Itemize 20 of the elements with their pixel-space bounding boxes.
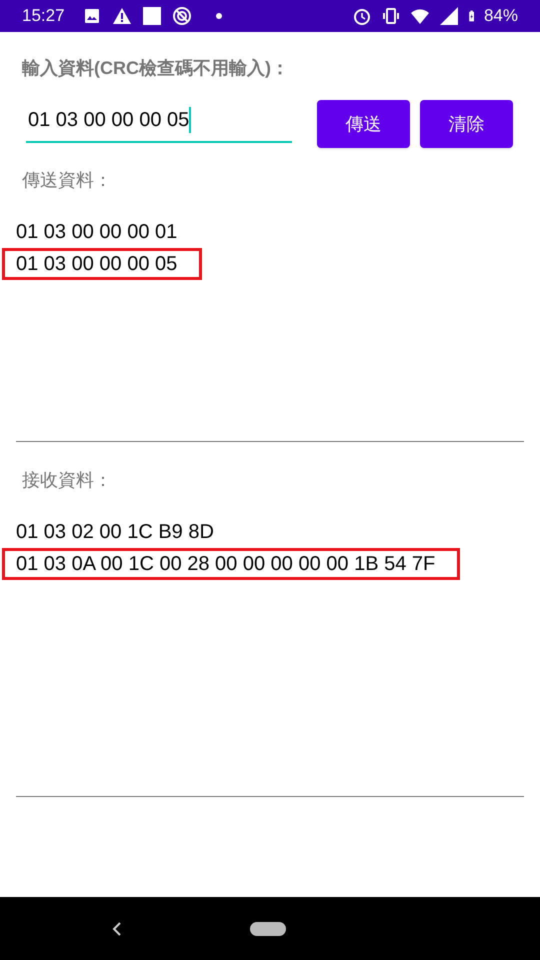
back-icon[interactable] — [112, 922, 122, 936]
warning-icon — [112, 6, 132, 26]
dot-icon — [216, 13, 222, 19]
text-cursor — [189, 107, 192, 133]
input-field[interactable]: 01 03 00 00 00 05 — [26, 99, 292, 143]
alarm-icon — [352, 6, 372, 26]
square-icon — [142, 6, 162, 26]
clock: 15:27 — [22, 5, 65, 28]
action-button[interactable]: 清除 — [420, 100, 513, 148]
section-label: 傳送資料： — [21, 169, 113, 192]
battery-level: 84% — [484, 5, 518, 28]
section-label: 接收資料： — [21, 469, 113, 492]
home-button[interactable] — [250, 922, 286, 936]
circle-slash-icon — [172, 6, 192, 26]
data-line: 01 03 00 00 00 01 — [15, 220, 178, 245]
signal-icon — [438, 6, 459, 26]
input-label: 輸入資料(CRC檢查碼不用輸入)： — [21, 57, 290, 80]
action-button[interactable]: 傳送 — [317, 100, 410, 148]
vibrate-icon — [380, 6, 401, 26]
data-line: 01 03 02 00 1C B9 8D — [15, 520, 215, 545]
